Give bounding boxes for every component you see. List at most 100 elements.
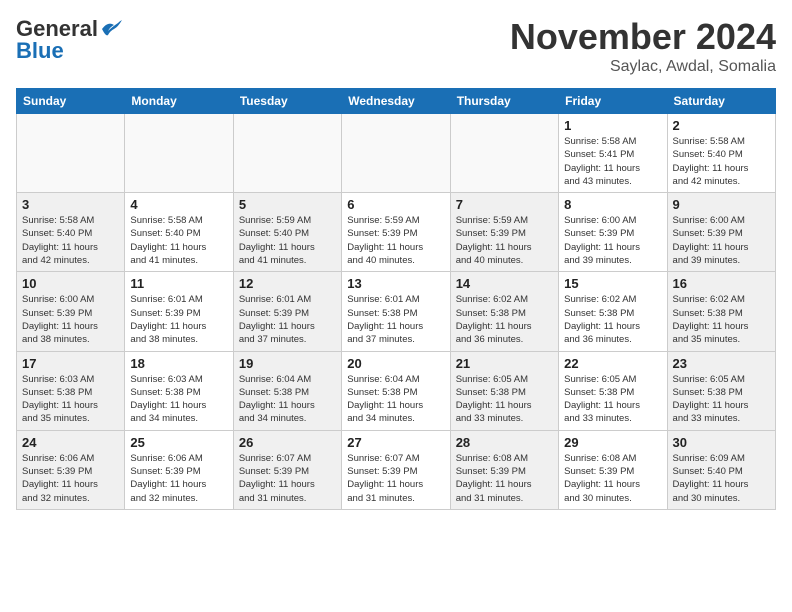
cell-info: Sunrise: 6:06 AM Sunset: 5:39 PM Dayligh… — [130, 452, 227, 505]
calendar-cell: 7 Sunrise: 5:59 AM Sunset: 5:39 PM Daylig… — [450, 193, 558, 272]
cell-info: Sunrise: 6:02 AM Sunset: 5:38 PM Dayligh… — [564, 293, 661, 346]
calendar-cell: 2 Sunrise: 5:58 AM Sunset: 5:40 PM Daylig… — [667, 114, 775, 193]
cell-info: Sunrise: 6:00 AM Sunset: 5:39 PM Dayligh… — [22, 293, 119, 346]
cell-info: Sunrise: 6:05 AM Sunset: 5:38 PM Dayligh… — [456, 373, 553, 426]
calendar-table: SundayMondayTuesdayWednesdayThursdayFrid… — [16, 88, 776, 510]
cell-info: Sunrise: 6:06 AM Sunset: 5:39 PM Dayligh… — [22, 452, 119, 505]
day-number: 12 — [239, 276, 336, 291]
logo: General Blue — [16, 16, 122, 64]
logo-text-blue: Blue — [16, 38, 64, 64]
day-number: 27 — [347, 435, 444, 450]
calendar-cell: 27 Sunrise: 6:07 AM Sunset: 5:39 PM Dayli… — [342, 430, 450, 509]
day-number: 7 — [456, 197, 553, 212]
day-number: 26 — [239, 435, 336, 450]
cell-info: Sunrise: 6:07 AM Sunset: 5:39 PM Dayligh… — [347, 452, 444, 505]
cell-info: Sunrise: 5:59 AM Sunset: 5:39 PM Dayligh… — [456, 214, 553, 267]
calendar-cell: 28Sunrise: 6:08 AM Sunset: 5:39 PM Dayli… — [450, 430, 558, 509]
cell-info: Sunrise: 6:04 AM Sunset: 5:38 PM Dayligh… — [239, 373, 336, 426]
day-number: 22 — [564, 356, 661, 371]
cell-info: Sunrise: 5:58 AM Sunset: 5:41 PM Dayligh… — [564, 135, 661, 188]
day-number: 30 — [673, 435, 770, 450]
cell-info: Sunrise: 6:08 AM Sunset: 5:39 PM Dayligh… — [564, 452, 661, 505]
calendar-cell: 29 Sunrise: 6:08 AM Sunset: 5:39 PM Dayli… — [559, 430, 667, 509]
cell-info: Sunrise: 6:08 AM Sunset: 5:39 PM Dayligh… — [456, 452, 553, 505]
weekday-header: Wednesday — [342, 89, 450, 114]
cell-info: Sunrise: 6:01 AM Sunset: 5:39 PM Dayligh… — [130, 293, 227, 346]
day-number: 14 — [456, 276, 553, 291]
weekday-header: Monday — [125, 89, 233, 114]
cell-info: Sunrise: 6:09 AM Sunset: 5:40 PM Dayligh… — [673, 452, 770, 505]
calendar-cell: 16Sunrise: 6:02 AM Sunset: 5:38 PM Dayli… — [667, 272, 775, 351]
page-header: General Blue November 2024 Saylac, Awdal… — [16, 16, 776, 76]
calendar-cell: 15 Sunrise: 6:02 AM Sunset: 5:38 PM Dayli… — [559, 272, 667, 351]
logo-bird-icon — [100, 19, 122, 37]
calendar-cell: 5Sunrise: 5:59 AM Sunset: 5:40 PM Daylig… — [233, 193, 341, 272]
day-number: 11 — [130, 276, 227, 291]
cell-info: Sunrise: 6:03 AM Sunset: 5:38 PM Dayligh… — [22, 373, 119, 426]
calendar-cell: 20 Sunrise: 6:04 AM Sunset: 5:38 PM Dayli… — [342, 351, 450, 430]
day-number: 25 — [130, 435, 227, 450]
weekday-header: Tuesday — [233, 89, 341, 114]
calendar-cell: 9 Sunrise: 6:00 AM Sunset: 5:39 PM Daylig… — [667, 193, 775, 272]
day-number: 29 — [564, 435, 661, 450]
calendar-cell — [450, 114, 558, 193]
calendar-cell — [233, 114, 341, 193]
calendar-cell: 25 Sunrise: 6:06 AM Sunset: 5:39 PM Dayli… — [125, 430, 233, 509]
calendar-cell: 30 Sunrise: 6:09 AM Sunset: 5:40 PM Dayli… — [667, 430, 775, 509]
cell-info: Sunrise: 6:07 AM Sunset: 5:39 PM Dayligh… — [239, 452, 336, 505]
calendar-cell — [125, 114, 233, 193]
calendar-cell: 12 Sunrise: 6:01 AM Sunset: 5:39 PM Dayli… — [233, 272, 341, 351]
cell-info: Sunrise: 6:02 AM Sunset: 5:38 PM Dayligh… — [456, 293, 553, 346]
cell-info: Sunrise: 5:59 AM Sunset: 5:39 PM Dayligh… — [347, 214, 444, 267]
calendar-cell: 14 Sunrise: 6:02 AM Sunset: 5:38 PM Dayli… — [450, 272, 558, 351]
cell-info: Sunrise: 5:58 AM Sunset: 5:40 PM Dayligh… — [130, 214, 227, 267]
calendar-cell: 26 Sunrise: 6:07 AM Sunset: 5:39 PM Dayli… — [233, 430, 341, 509]
day-number: 4 — [130, 197, 227, 212]
calendar-header-row: SundayMondayTuesdayWednesdayThursdayFrid… — [17, 89, 776, 114]
day-number: 19 — [239, 356, 336, 371]
day-number: 6 — [347, 197, 444, 212]
weekday-header: Saturday — [667, 89, 775, 114]
day-number: 13 — [347, 276, 444, 291]
day-number: 23 — [673, 356, 770, 371]
cell-info: Sunrise: 5:58 AM Sunset: 5:40 PM Dayligh… — [673, 135, 770, 188]
calendar-cell: 21 Sunrise: 6:05 AM Sunset: 5:38 PM Dayli… — [450, 351, 558, 430]
calendar-week-row: 17 Sunrise: 6:03 AM Sunset: 5:38 PM Dayli… — [17, 351, 776, 430]
calendar-cell: 10 Sunrise: 6:00 AM Sunset: 5:39 PM Dayli… — [17, 272, 125, 351]
calendar-cell: 11 Sunrise: 6:01 AM Sunset: 5:39 PM Dayli… — [125, 272, 233, 351]
calendar-week-row: 3Sunrise: 5:58 AM Sunset: 5:40 PM Daylig… — [17, 193, 776, 272]
cell-info: Sunrise: 6:00 AM Sunset: 5:39 PM Dayligh… — [564, 214, 661, 267]
cell-info: Sunrise: 5:58 AM Sunset: 5:40 PM Dayligh… — [22, 214, 119, 267]
calendar-cell: 1 Sunrise: 5:58 AM Sunset: 5:41 PM Daylig… — [559, 114, 667, 193]
calendar-cell — [342, 114, 450, 193]
weekday-header: Thursday — [450, 89, 558, 114]
calendar-cell: 8 Sunrise: 6:00 AM Sunset: 5:39 PM Daylig… — [559, 193, 667, 272]
calendar-week-row: 10 Sunrise: 6:00 AM Sunset: 5:39 PM Dayli… — [17, 272, 776, 351]
calendar-cell: 3Sunrise: 5:58 AM Sunset: 5:40 PM Daylig… — [17, 193, 125, 272]
month-title: November 2024 — [510, 16, 776, 58]
calendar-cell: 6 Sunrise: 5:59 AM Sunset: 5:39 PM Daylig… — [342, 193, 450, 272]
cell-info: Sunrise: 5:59 AM Sunset: 5:40 PM Dayligh… — [239, 214, 336, 267]
day-number: 1 — [564, 118, 661, 133]
day-number: 24 — [22, 435, 119, 450]
day-number: 18 — [130, 356, 227, 371]
day-number: 20 — [347, 356, 444, 371]
cell-info: Sunrise: 6:04 AM Sunset: 5:38 PM Dayligh… — [347, 373, 444, 426]
calendar-cell: 24 Sunrise: 6:06 AM Sunset: 5:39 PM Dayli… — [17, 430, 125, 509]
day-number: 17 — [22, 356, 119, 371]
day-number: 15 — [564, 276, 661, 291]
cell-info: Sunrise: 6:00 AM Sunset: 5:39 PM Dayligh… — [673, 214, 770, 267]
cell-info: Sunrise: 6:03 AM Sunset: 5:38 PM Dayligh… — [130, 373, 227, 426]
day-number: 9 — [673, 197, 770, 212]
day-number: 21 — [456, 356, 553, 371]
calendar-week-row: 24 Sunrise: 6:06 AM Sunset: 5:39 PM Dayli… — [17, 430, 776, 509]
calendar-cell: 18 Sunrise: 6:03 AM Sunset: 5:38 PM Dayli… — [125, 351, 233, 430]
day-number: 2 — [673, 118, 770, 133]
calendar-cell: 22Sunrise: 6:05 AM Sunset: 5:38 PM Dayli… — [559, 351, 667, 430]
cell-info: Sunrise: 6:01 AM Sunset: 5:38 PM Dayligh… — [347, 293, 444, 346]
day-number: 10 — [22, 276, 119, 291]
day-number: 8 — [564, 197, 661, 212]
location-subtitle: Saylac, Awdal, Somalia — [510, 58, 776, 76]
cell-info: Sunrise: 6:01 AM Sunset: 5:39 PM Dayligh… — [239, 293, 336, 346]
calendar-cell: 19 Sunrise: 6:04 AM Sunset: 5:38 PM Dayli… — [233, 351, 341, 430]
